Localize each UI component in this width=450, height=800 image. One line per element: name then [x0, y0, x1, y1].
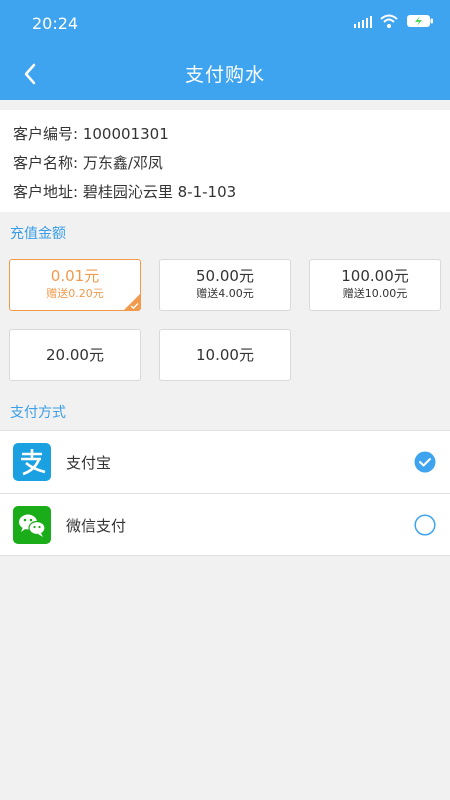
amount-option-10[interactable]: 10.00元	[159, 329, 291, 381]
selected-corner-check-icon	[124, 294, 140, 310]
checked-radio-icon[interactable]	[414, 451, 436, 473]
amount-bonus: 赠送0.20元	[46, 287, 104, 300]
recharge-section-title: 充值金额	[10, 226, 66, 242]
wifi-icon	[380, 14, 398, 28]
alipay-icon	[13, 443, 51, 481]
payment-method-list: 支付宝 微信支付	[0, 430, 450, 556]
page-title: 支付购水	[184, 64, 265, 86]
payment-section-title: 支付方式	[10, 405, 66, 421]
payment-method-wechat[interactable]: 微信支付	[0, 493, 450, 555]
amount-bonus: 赠送10.00元	[342, 287, 408, 300]
amount-option-20[interactable]: 20.00元	[9, 329, 141, 381]
amount-option-50[interactable]: 50.00元 赠送4.00元	[159, 259, 291, 311]
app-header: 20:24 支付购水	[0, 0, 450, 100]
amount-option-0-01[interactable]: 0.01元 赠送0.20元	[9, 259, 141, 311]
customer-number-value: 100001301	[82, 125, 169, 143]
customer-address-value: 碧桂园沁云里 8-1-103	[82, 183, 237, 201]
status-time: 20:24	[32, 14, 79, 33]
customer-info-card: 客户编号: 100001301 客户名称: 万东鑫/邓凤 客户地址: 碧桂园沁云…	[0, 110, 450, 212]
signal-icon	[354, 14, 372, 28]
customer-name-label: 客户名称:	[13, 154, 79, 172]
amount-value: 50.00元	[196, 267, 254, 285]
amount-option-100[interactable]: 100.00元 赠送10.00元	[309, 259, 441, 311]
amount-value: 0.01元	[50, 267, 100, 285]
wechat-pay-icon	[13, 506, 51, 544]
payment-method-label: 支付宝	[66, 454, 112, 472]
nav-bar: 支付购水	[0, 48, 450, 100]
amount-bonus: 赠送4.00元	[196, 287, 254, 300]
status-icons	[354, 14, 434, 28]
payment-method-alipay[interactable]: 支付宝	[0, 431, 450, 493]
customer-number-row: 客户编号: 100001301	[13, 120, 450, 149]
customer-address-row: 客户地址: 碧桂园沁云里 8-1-103	[13, 178, 450, 207]
unchecked-radio-icon[interactable]	[414, 514, 436, 536]
amount-value: 10.00元	[196, 346, 254, 364]
customer-address-label: 客户地址:	[13, 183, 79, 201]
customer-name-value: 万东鑫/邓凤	[82, 154, 163, 172]
status-bar: 20:24	[0, 0, 450, 48]
customer-number-label: 客户编号:	[13, 125, 79, 143]
payment-method-label: 微信支付	[66, 517, 127, 535]
customer-name-row: 客户名称: 万东鑫/邓凤	[13, 149, 450, 178]
amount-value: 100.00元	[341, 267, 409, 285]
battery-icon	[406, 14, 434, 28]
amount-value: 20.00元	[46, 346, 104, 364]
